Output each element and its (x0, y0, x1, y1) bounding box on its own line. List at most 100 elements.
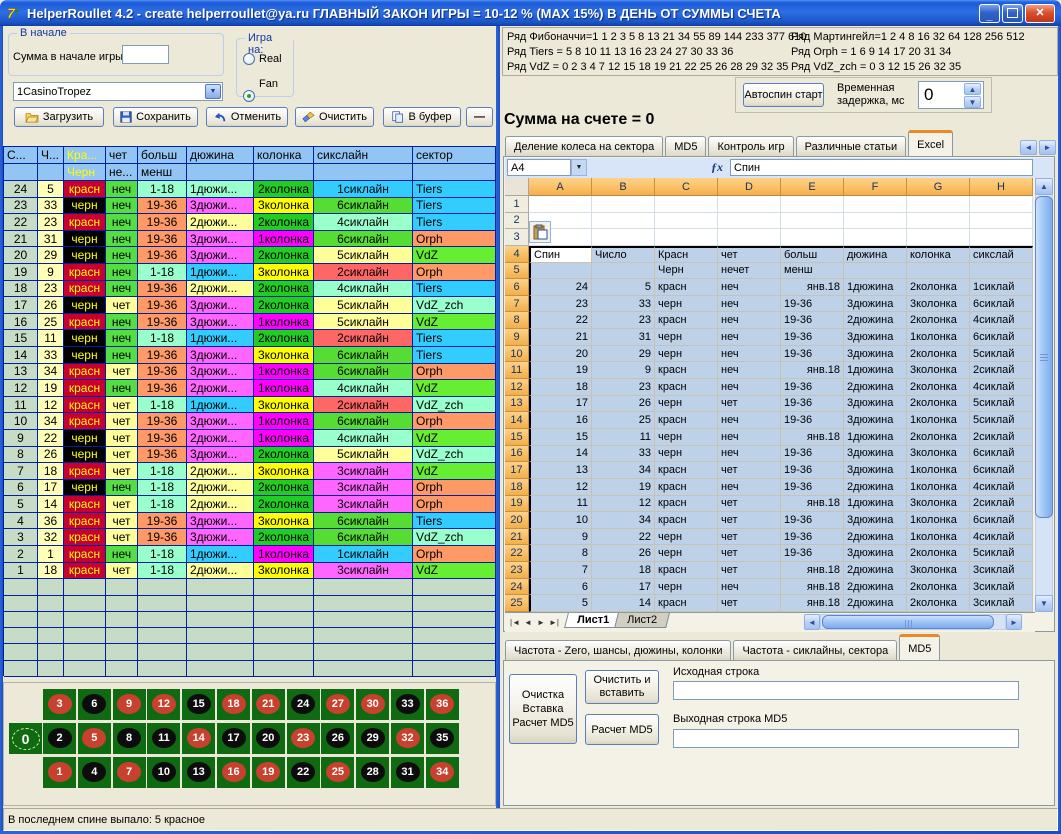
excel-cell-G13[interactable]: 2колонка (907, 396, 970, 413)
row-header-21[interactable]: 21 (505, 529, 529, 546)
maximize-button[interactable] (1002, 4, 1023, 23)
excel-cell-H8[interactable]: 4сиклай (970, 312, 1033, 329)
scroll-left-icon[interactable]: ◄ (804, 614, 820, 630)
excel-cell-D17[interactable]: чет (718, 462, 781, 479)
excel-cell-G2[interactable] (907, 213, 970, 230)
excel-cell-F16[interactable]: 3дюжина (844, 446, 907, 463)
excel-cell-B21[interactable]: 22 (592, 529, 655, 546)
excel-cell-C12[interactable]: красн (655, 379, 718, 396)
tab-различные-статьи[interactable]: Различные статьи (796, 136, 907, 156)
excel-cell-E1[interactable] (781, 196, 844, 213)
excel-cell-F7[interactable]: 3дюжина (844, 296, 907, 313)
excel-cell-G22[interactable]: 2колонка (907, 545, 970, 562)
excel-cell-H20[interactable]: 6сиклай (970, 512, 1033, 529)
tab-md5[interactable]: MD5 (665, 136, 706, 156)
excel-cell-H10[interactable]: 5сиклай (970, 346, 1033, 363)
excel-cell-F2[interactable] (844, 213, 907, 230)
row-header-5[interactable]: 5 (505, 263, 529, 280)
excel-cell-D23[interactable]: чет (718, 562, 781, 579)
excel-cell-E25[interactable]: янв.18 (781, 595, 844, 612)
excel-cell-D15[interactable]: неч (718, 429, 781, 446)
excel-cell-F21[interactable]: 2дюжина (844, 529, 907, 546)
excel-cell-A16[interactable]: 14 (529, 446, 592, 463)
sheet-nav-next-icon[interactable]: ► (535, 615, 547, 629)
excel-cell-H7[interactable]: 6сиклай (970, 296, 1033, 313)
tab-деление-колеса-на-сектора[interactable]: Деление колеса на сектора (505, 136, 663, 156)
excel-cell-D10[interactable]: неч (718, 346, 781, 363)
excel-cell-H15[interactable]: 2сиклай (970, 429, 1033, 446)
excel-cell-F9[interactable]: 3дюжина (844, 329, 907, 346)
roulette-cell-35[interactable]: 35 (426, 723, 459, 754)
column-header-F[interactable]: F (844, 178, 907, 196)
excel-cell-F17[interactable]: 3дюжина (844, 462, 907, 479)
excel-cell-B17[interactable]: 34 (592, 462, 655, 479)
excel-cell-F12[interactable]: 2дюжина (844, 379, 907, 396)
excel-cell-H5[interactable] (970, 263, 1033, 280)
excel-cell-B8[interactable]: 23 (592, 312, 655, 329)
excel-cell-E12[interactable]: 19-36 (781, 379, 844, 396)
excel-cell-A25[interactable]: 5 (529, 595, 592, 612)
roulette-cell-2[interactable]: 2 (43, 723, 76, 754)
tab-excel[interactable]: Excel (908, 130, 953, 156)
excel-cell-A17[interactable]: 13 (529, 462, 592, 479)
spin-up-icon[interactable]: ▲ (964, 83, 981, 95)
excel-cell-B9[interactable]: 31 (592, 329, 655, 346)
excel-cell-C21[interactable]: черн (655, 529, 718, 546)
roulette-cell-12[interactable]: 12 (147, 689, 180, 720)
column-header-H[interactable]: H (970, 178, 1033, 196)
tab-next-icon[interactable]: ► (1039, 140, 1056, 155)
excel-cell-G14[interactable]: 1колонка (907, 412, 970, 429)
roulette-cell-30[interactable]: 30 (356, 689, 389, 720)
save-button[interactable]: Сохранить (113, 107, 198, 127)
excel-cell-B13[interactable]: 26 (592, 396, 655, 413)
excel-cell-C2[interactable] (655, 213, 718, 230)
excel-cell-E22[interactable]: 19-36 (781, 545, 844, 562)
roulette-cell-28[interactable]: 28 (356, 757, 389, 788)
roulette-cell-7[interactable]: 7 (113, 757, 146, 788)
roulette-cell-31[interactable]: 31 (391, 757, 424, 788)
excel-cell-B24[interactable]: 17 (592, 579, 655, 596)
excel-cell-E3[interactable] (781, 229, 844, 246)
excel-cell-F24[interactable]: 2дюжина (844, 579, 907, 596)
excel-cell-D1[interactable] (718, 196, 781, 213)
formula-field[interactable]: Спин (730, 159, 1033, 176)
excel-cell-A7[interactable]: 23 (529, 296, 592, 313)
autospin-start-button[interactable]: Автоспин старт (743, 83, 824, 107)
excel-cell-F5[interactable] (844, 263, 907, 280)
excel-cell-G16[interactable]: 3колонка (907, 446, 970, 463)
excel-cell-H16[interactable]: 6сиклай (970, 446, 1033, 463)
excel-cell-E24[interactable]: янв.18 (781, 579, 844, 596)
row-header-6[interactable]: 6 (505, 279, 529, 296)
sheet-tab-лист2[interactable]: Лист2 (614, 613, 670, 628)
excel-cell-G8[interactable]: 2колонка (907, 312, 970, 329)
excel-cell-C16[interactable]: черн (655, 446, 718, 463)
column-header-A[interactable]: A (529, 178, 592, 196)
row-header-18[interactable]: 18 (505, 479, 529, 496)
excel-cell-D11[interactable]: неч (718, 362, 781, 379)
column-header-D[interactable]: D (718, 178, 781, 196)
excel-cell-H3[interactable] (970, 229, 1033, 246)
chevron-down-icon[interactable]: ▼ (205, 84, 221, 99)
excel-cell-E5[interactable]: менш (781, 263, 844, 280)
excel-cell-H6[interactable]: 1сиклай (970, 279, 1033, 296)
excel-cell-H1[interactable] (970, 196, 1033, 213)
excel-vscrollbar-thumb[interactable] (1035, 196, 1053, 518)
excel-cell-B6[interactable]: 5 (592, 279, 655, 296)
excel-cell-F14[interactable]: 3дюжина (844, 412, 907, 429)
row-header-13[interactable]: 13 (505, 396, 529, 413)
row-header-10[interactable]: 10 (505, 346, 529, 363)
excel-cell-D14[interactable]: неч (718, 412, 781, 429)
excel-cell-C23[interactable]: красн (655, 562, 718, 579)
excel-cell-D9[interactable]: неч (718, 329, 781, 346)
sheet-nav-last-icon[interactable]: ►| (548, 615, 560, 629)
excel-cell-D24[interactable]: неч (718, 579, 781, 596)
excel-cell-E7[interactable]: 19-36 (781, 296, 844, 313)
clear-and-paste-button[interactable]: Очистить и вставить (585, 670, 659, 704)
roulette-cell-6[interactable]: 6 (78, 689, 111, 720)
roulette-cell-36[interactable]: 36 (426, 689, 459, 720)
roulette-cell-13[interactable]: 13 (182, 757, 215, 788)
excel-cell-C24[interactable]: черн (655, 579, 718, 596)
excel-cell-B22[interactable]: 26 (592, 545, 655, 562)
roulette-cell-23[interactable]: 23 (287, 723, 320, 754)
excel-cell-F11[interactable]: 1дюжина (844, 362, 907, 379)
